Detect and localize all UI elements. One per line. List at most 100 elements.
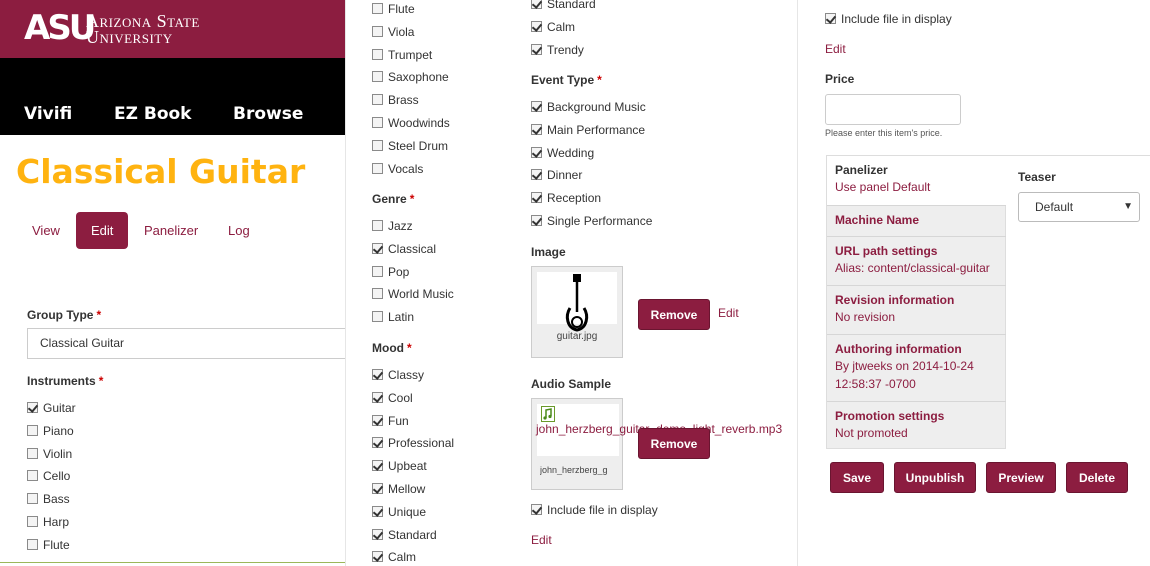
instrument-checkbox-woodwinds[interactable]: Woodwinds [372, 114, 450, 132]
checkbox-icon[interactable] [372, 48, 383, 60]
event-type-checkbox-dinner[interactable]: Dinner [531, 166, 582, 184]
instrument-checkbox-vocals[interactable]: Vocals [372, 160, 423, 178]
mood-checkbox-standard[interactable]: Standard [531, 0, 596, 13]
checkbox-icon[interactable] [372, 528, 383, 540]
tab-view[interactable]: View [32, 212, 60, 249]
instrument-checkbox-bass[interactable]: Bass [27, 490, 70, 508]
checkbox-icon[interactable] [531, 192, 542, 204]
checkbox-icon[interactable] [372, 551, 383, 563]
mood-checkbox-calm[interactable]: Calm [372, 548, 416, 566]
checkbox-icon[interactable] [531, 43, 542, 55]
checkbox-icon[interactable] [27, 493, 38, 505]
event-type-checkbox-wedding[interactable]: Wedding [531, 144, 594, 162]
checkbox-icon[interactable] [372, 437, 383, 449]
checkbox-icon[interactable] [27, 424, 38, 436]
checkbox-icon[interactable] [825, 13, 836, 24]
checkbox-icon[interactable] [372, 288, 383, 300]
mood-checkbox-cool[interactable]: Cool [372, 389, 413, 407]
instrument-checkbox-steel-drum[interactable]: Steel Drum [372, 137, 448, 155]
genre-checkbox-jazz[interactable]: Jazz [372, 217, 413, 235]
include-file-checkbox-2[interactable]: Include file in display [825, 10, 952, 28]
audio-thumbnail[interactable]: john_herzberg_g [531, 398, 623, 490]
mood-checkbox-classy[interactable]: Classy [372, 366, 424, 384]
genre-checkbox-latin[interactable]: Latin [372, 308, 414, 326]
teaser-select[interactable]: Default ▼ [1018, 192, 1140, 222]
tab-panelizer[interactable]: Panelizer [144, 212, 198, 249]
checkbox-icon[interactable] [372, 505, 383, 517]
unpublish-button[interactable]: Unpublish [894, 462, 976, 493]
checkbox-icon[interactable] [531, 169, 542, 181]
checkbox-icon[interactable] [372, 391, 383, 403]
vtab-authoring-information[interactable]: Authoring information By jtweeks on 2014… [827, 335, 1007, 402]
image-remove-button[interactable]: Remove [638, 299, 710, 330]
delete-button[interactable]: Delete [1066, 462, 1128, 493]
vtab-url-path-settings[interactable]: URL path settings Alias: content/classic… [827, 237, 1007, 286]
genre-checkbox-classical[interactable]: Classical [372, 240, 436, 258]
event-type-checkbox-background-music[interactable]: Background Music [531, 98, 646, 116]
checkbox-icon[interactable] [372, 3, 383, 14]
checkbox-icon[interactable] [372, 483, 383, 494]
price-input[interactable] [825, 94, 961, 125]
genre-checkbox-pop[interactable]: Pop [372, 263, 409, 281]
mood-checkbox-fun[interactable]: Fun [372, 412, 409, 430]
genre-checkbox-world-music[interactable]: World Music [372, 285, 454, 303]
asu-logo[interactable]: ASU [24, 11, 96, 45]
instrument-checkbox-trumpet[interactable]: Trumpet [372, 46, 432, 64]
nav-item-vivifi[interactable]: Vivifi [24, 104, 72, 124]
checkbox-icon[interactable] [27, 538, 38, 550]
save-button[interactable]: Save [830, 462, 884, 493]
tab-edit[interactable]: Edit [76, 212, 129, 249]
vtab-panelizer[interactable]: Panelizer Use panel Default [827, 156, 1008, 206]
checkbox-icon[interactable] [372, 25, 383, 37]
mood-checkbox-unique[interactable]: Unique [372, 503, 426, 521]
preview-button[interactable]: Preview [986, 462, 1056, 493]
instrument-checkbox-flute[interactable]: Flute [372, 0, 415, 18]
instrument-checkbox-cello[interactable]: Cello [27, 467, 70, 485]
checkbox-icon[interactable] [27, 470, 38, 482]
mood-checkbox-trendy[interactable]: Trendy [531, 41, 584, 59]
checkbox-icon[interactable] [531, 215, 542, 226]
checkbox-icon[interactable] [372, 369, 383, 380]
nav-item-browse[interactable]: Browse [233, 104, 303, 124]
mood-checkbox-calm[interactable]: Calm [531, 18, 575, 36]
vtab-promotion-settings[interactable]: Promotion settings Not promoted [827, 402, 1007, 450]
checkbox-icon[interactable] [372, 139, 383, 151]
checkbox-icon[interactable] [531, 0, 542, 9]
instrument-checkbox-piano[interactable]: Piano [27, 422, 74, 440]
nav-item-ez-book[interactable]: EZ Book [114, 104, 191, 124]
checkbox-icon[interactable] [372, 311, 383, 323]
checkbox-icon[interactable] [531, 123, 542, 135]
checkbox-icon[interactable] [372, 242, 383, 254]
checkbox-icon[interactable] [372, 265, 383, 277]
instrument-checkbox-saxophone[interactable]: Saxophone [372, 68, 449, 86]
checkbox-icon[interactable] [27, 516, 38, 527]
audio-edit-link[interactable]: Edit [531, 533, 552, 547]
image-edit-link[interactable]: Edit [718, 306, 739, 320]
checkbox-icon[interactable] [372, 414, 383, 426]
mood-checkbox-mellow[interactable]: Mellow [372, 480, 425, 498]
file-edit-link[interactable]: Edit [825, 42, 846, 56]
checkbox-icon[interactable] [372, 220, 383, 231]
vtab-machine-name[interactable]: Machine Name [827, 206, 1007, 237]
checkbox-icon[interactable] [372, 117, 383, 128]
audio-remove-button[interactable]: Remove [638, 428, 710, 459]
group-type-input[interactable]: Classical Guitar [27, 328, 345, 359]
instrument-checkbox-flute[interactable]: Flute [27, 536, 70, 554]
vtab-revision-information[interactable]: Revision information No revision [827, 286, 1007, 335]
checkbox-icon[interactable] [27, 402, 38, 413]
checkbox-icon[interactable] [372, 162, 383, 174]
include-file-checkbox[interactable]: Include file in display [531, 501, 658, 519]
checkbox-icon[interactable] [531, 101, 542, 112]
instrument-checkbox-violin[interactable]: Violin [27, 445, 72, 463]
checkbox-icon[interactable] [372, 71, 383, 83]
instrument-checkbox-viola[interactable]: Viola [372, 23, 414, 41]
event-type-checkbox-main-performance[interactable]: Main Performance [531, 121, 645, 139]
checkbox-icon[interactable] [531, 504, 542, 515]
event-type-checkbox-single-performance[interactable]: Single Performance [531, 212, 652, 230]
checkbox-icon[interactable] [372, 94, 383, 106]
mood-checkbox-professional[interactable]: Professional [372, 434, 454, 452]
instrument-checkbox-brass[interactable]: Brass [372, 91, 419, 109]
mood-checkbox-standard[interactable]: Standard [372, 526, 437, 544]
checkbox-icon[interactable] [531, 146, 542, 158]
event-type-checkbox-reception[interactable]: Reception [531, 189, 601, 207]
